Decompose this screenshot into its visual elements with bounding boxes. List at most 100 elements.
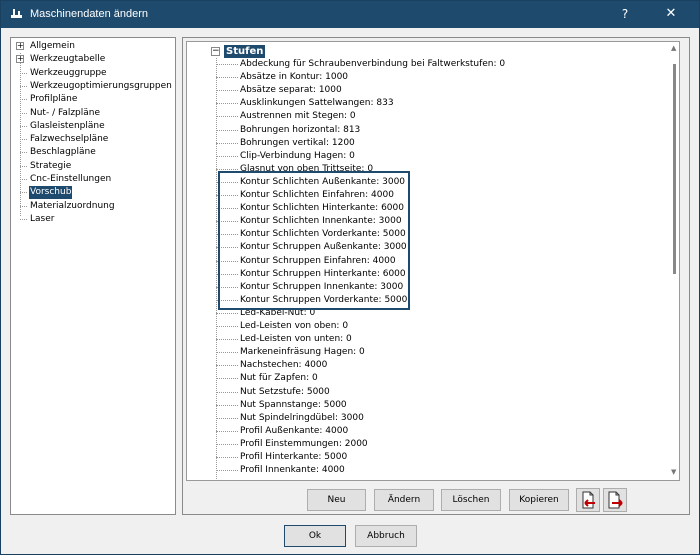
tree-connector bbox=[20, 205, 27, 207]
category-tree: + Allgemein + Werkzeugtabelle Werkzeuggruppe… bbox=[10, 37, 176, 515]
dialog-window: Maschinendaten ändern ? ✕ + Allgemein + Wer… bbox=[0, 0, 700, 555]
tree-item-label: Strategie bbox=[30, 160, 72, 171]
tree-item-label: Profil Außenkante: 4000 bbox=[240, 425, 349, 436]
tree-item-label: Nut Spindelringdübel: 3000 bbox=[240, 412, 364, 423]
tree-item-label: Kontur Schlichten Innenkante: 3000 bbox=[240, 216, 402, 227]
tree-item-label: Kontur Schruppen Innenkante: 3000 bbox=[240, 281, 404, 292]
tree-connector bbox=[20, 72, 27, 74]
tree-item-label: Materialzuordnung bbox=[30, 200, 115, 211]
tree-item-label: Ausklinkungen Sattelwangen: 833 bbox=[240, 98, 394, 109]
tree-item-label: Clip-Verbindung Hagen: 0 bbox=[240, 150, 355, 161]
tree-item-label: Beschlagpläne bbox=[30, 147, 96, 158]
tree-item-label: Profil Einstemmungen: 2000 bbox=[240, 438, 368, 449]
tree-connector bbox=[216, 430, 238, 432]
tree-connector bbox=[216, 443, 238, 445]
tree-connector bbox=[216, 365, 238, 367]
export-button[interactable] bbox=[603, 488, 627, 512]
tree-connector bbox=[216, 103, 238, 105]
tree-item-label: Glasleistenpläne bbox=[30, 120, 105, 131]
tree-connector bbox=[216, 470, 238, 472]
tree-item-label: Nut Spannstange: 5000 bbox=[240, 399, 347, 410]
title-bar: Maschinendaten ändern ? ✕ bbox=[1, 1, 699, 28]
tree-connector bbox=[216, 391, 238, 393]
tree-connector bbox=[216, 195, 238, 196]
help-button[interactable]: ? bbox=[615, 5, 635, 23]
tree-connector bbox=[216, 457, 238, 458]
abbruch-button[interactable]: Abbruch bbox=[355, 525, 417, 547]
tree-item-label: Kontur Schlichten Vorderkante: 5000 bbox=[240, 229, 406, 240]
tree-item-label: Nut- / Falzpläne bbox=[30, 107, 101, 118]
tree-connector bbox=[20, 179, 27, 180]
tree-item-label: Kontur Schlichten Außenkante: 3000 bbox=[240, 176, 406, 187]
document-export-icon bbox=[608, 491, 623, 509]
tree-connector bbox=[216, 378, 238, 380]
tree-connector bbox=[216, 417, 238, 419]
tree-connector bbox=[20, 139, 27, 141]
collapse-icon[interactable]: − bbox=[211, 47, 220, 56]
tree-connector bbox=[216, 155, 238, 157]
tree-item-label: Bohrungen vertikal: 1200 bbox=[240, 137, 355, 148]
settings-tree: − Stufen Abdeckung für Schraubenverbindu… bbox=[186, 41, 680, 481]
expand-icon[interactable]: + bbox=[16, 55, 24, 64]
tree-connector bbox=[20, 192, 27, 194]
tree-connector bbox=[20, 99, 27, 101]
tree-connector bbox=[20, 152, 27, 154]
tree-item-label: Nachstechen: 4000 bbox=[240, 360, 328, 371]
tree-item-label: Profilpläne bbox=[30, 94, 78, 105]
tree-connector bbox=[216, 208, 238, 210]
tree-connector bbox=[216, 116, 238, 118]
tree-item-label: Werkzeugoptimierungsgruppen bbox=[30, 80, 172, 91]
tree-connector bbox=[216, 142, 238, 144]
tree-item-label: Nut für Zapfen: 0 bbox=[240, 373, 318, 384]
tree-item-label: Werkzeugtabelle bbox=[30, 54, 106, 65]
tree-node-stufen-label: Stufen bbox=[224, 45, 266, 58]
tree-connector bbox=[216, 234, 238, 236]
tree-item-label: Profil Innenkante: 4000 bbox=[240, 465, 345, 476]
tree-item-label: Glasnut von oben Trittseite: 0 bbox=[240, 163, 374, 174]
loeschen-button[interactable]: Löschen bbox=[441, 489, 501, 511]
tree-connector bbox=[20, 165, 27, 167]
neu-button[interactable]: Neu bbox=[307, 489, 366, 511]
tree-connector bbox=[20, 125, 27, 127]
kopieren-button[interactable]: Kopieren bbox=[509, 489, 569, 511]
tree-item-label: Werkzeuggruppe bbox=[30, 67, 107, 78]
tree-connector bbox=[216, 181, 238, 183]
tree-connector bbox=[216, 77, 238, 79]
expand-icon[interactable]: + bbox=[16, 42, 24, 50]
scroll-down-icon[interactable]: ▼ bbox=[671, 468, 676, 476]
tree-item-label: Austrennen mit Stegen: 0 bbox=[240, 111, 356, 122]
tree-item-label: Absätze separat: 1000 bbox=[240, 85, 342, 96]
import-button[interactable] bbox=[576, 488, 600, 512]
tree-item-label: Vorschub bbox=[29, 186, 73, 200]
tree-connector bbox=[216, 352, 238, 354]
tree-connector bbox=[216, 90, 238, 92]
tree-item-label: Cnc-Einstellungen bbox=[30, 174, 112, 184]
ok-button[interactable]: Ok bbox=[284, 525, 346, 547]
tree-connector bbox=[216, 326, 238, 327]
tree-connector bbox=[216, 273, 238, 275]
tree-item-label: Profil Hinterkante: 5000 bbox=[240, 452, 348, 462]
tree-connector bbox=[216, 221, 238, 223]
tree-item-label: Markeneinfräsung Hagen: 0 bbox=[240, 347, 365, 358]
scroll-up-icon[interactable]: ▲ bbox=[671, 44, 676, 52]
tree-item-label: Allgemein bbox=[30, 41, 75, 51]
aendern-button[interactable]: Ändern bbox=[374, 489, 434, 511]
tree-connector bbox=[20, 112, 27, 114]
tree-connector bbox=[20, 218, 27, 220]
tree-item-label: Kontur Schruppen Hinterkante: 6000 bbox=[240, 268, 406, 279]
window-title: Maschinendaten ändern bbox=[30, 8, 149, 20]
tree-item-label: Abdeckung für Schraubenverbindung bei Fa… bbox=[240, 59, 506, 69]
tree-connector bbox=[216, 312, 238, 314]
tree-item-label: Absätze in Kontur: 1000 bbox=[240, 72, 349, 83]
scrollbar-thumb[interactable] bbox=[673, 64, 676, 274]
tree-connector bbox=[216, 286, 238, 288]
tree-item-label: Kontur Schruppen Einfahren: 4000 bbox=[240, 255, 396, 266]
tree-item-label: Kontur Schruppen Außenkante: 3000 bbox=[240, 242, 407, 253]
tree-connector bbox=[216, 339, 238, 341]
tree-connector bbox=[216, 247, 238, 249]
tree-item-label: Kontur Schlichten Hinterkante: 6000 bbox=[240, 203, 404, 214]
vertical-scrollbar[interactable]: ▲ ▼ bbox=[670, 42, 679, 480]
tree-item-label: Bohrungen horizontal: 813 bbox=[240, 124, 361, 135]
tree-connector bbox=[216, 168, 238, 170]
close-button[interactable]: ✕ bbox=[661, 5, 681, 23]
